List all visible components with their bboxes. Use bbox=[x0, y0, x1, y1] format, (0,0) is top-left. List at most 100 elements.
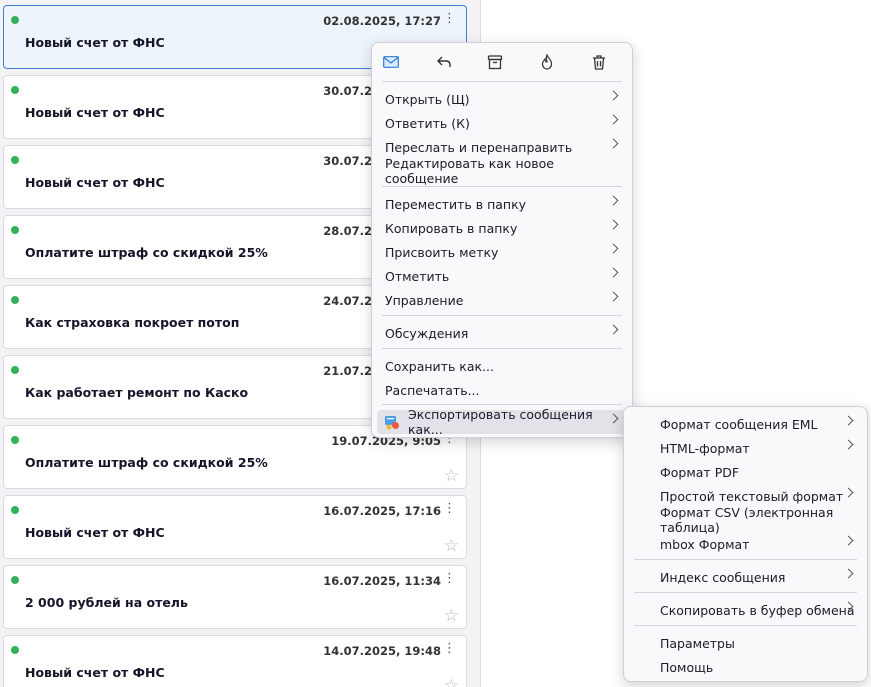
chevron-right-icon bbox=[608, 219, 619, 230]
unread-dot-icon bbox=[11, 506, 19, 514]
star-icon[interactable]: ☆ bbox=[444, 677, 459, 687]
chevron-right-icon bbox=[608, 195, 619, 206]
menu-item-label: Переместить в папку bbox=[385, 196, 527, 212]
menu-item-label: Сохранить как... bbox=[385, 358, 494, 374]
message-subject: Как страховка покроет потоп bbox=[25, 315, 240, 330]
menu-item-label: HTML-формат bbox=[660, 440, 750, 456]
menu-item-reply[interactable]: Ответить (К) bbox=[377, 111, 627, 135]
menu-item-label: Формат PDF bbox=[660, 464, 740, 480]
unread-dot-icon bbox=[11, 646, 19, 654]
menu-separator bbox=[634, 559, 857, 560]
chevron-right-icon bbox=[843, 487, 854, 498]
menu-item-export-pdf[interactable]: Формат PDF bbox=[629, 460, 862, 484]
menu-item-label: Ответить (К) bbox=[385, 115, 470, 131]
message-subject: 2 000 рублей на отель bbox=[25, 595, 188, 610]
menu-item-export[interactable]: Экспортировать сообщения как... bbox=[377, 407, 627, 437]
export-submenu: Формат сообщения EML HTML-формат Формат … bbox=[623, 406, 868, 682]
message-subject: Как работает ремонт по Каско bbox=[25, 385, 249, 400]
menu-item-export-csv[interactable]: Формат CSV (электронная таблица) bbox=[629, 505, 862, 535]
menu-item-help[interactable]: Помощь bbox=[629, 655, 862, 679]
more-options-icon[interactable]: ⋮ bbox=[443, 642, 456, 656]
menu-separator bbox=[382, 404, 622, 405]
chevron-right-icon bbox=[608, 324, 619, 335]
menu-item-export-eml[interactable]: Формат сообщения EML bbox=[629, 412, 862, 436]
menu-item-mark[interactable]: Отметить bbox=[377, 264, 627, 288]
menu-item-label: Открыть (Щ) bbox=[385, 91, 470, 107]
message-subject: Оплатите штраф со скидкой 25% bbox=[25, 455, 268, 470]
menu-item-copy[interactable]: Копировать в папку bbox=[377, 216, 627, 240]
unread-dot-icon bbox=[11, 436, 19, 444]
mark-read-icon[interactable] bbox=[378, 49, 404, 75]
menu-item-label: Простой текстовый формат bbox=[660, 488, 844, 504]
unread-dot-icon bbox=[11, 86, 19, 94]
unread-dot-icon bbox=[11, 156, 19, 164]
menu-item-tag[interactable]: Присвоить метку bbox=[377, 240, 627, 264]
menu-separator bbox=[382, 348, 622, 349]
chevron-right-icon bbox=[843, 439, 854, 450]
message-date: 02.08.2025, 17:27 bbox=[323, 14, 441, 28]
menu-item-label: Распечатать... bbox=[385, 382, 480, 398]
menu-item-open[interactable]: Открыть (Щ) bbox=[377, 87, 627, 111]
menu-separator bbox=[382, 315, 622, 316]
chevron-right-icon bbox=[843, 415, 854, 426]
message-card[interactable]: 16.07.2025, 11:34 ⋮ 2 000 рублей на отел… bbox=[3, 565, 467, 629]
message-card[interactable]: 16.07.2025, 17:16 ⋮ Новый счет от ФНС ☆ bbox=[3, 495, 467, 559]
menu-item-save-as[interactable]: Сохранить как... bbox=[377, 354, 627, 378]
context-toolbar bbox=[372, 49, 632, 77]
menu-separator bbox=[634, 625, 857, 626]
menu-item-label: Экспортировать сообщения как... bbox=[408, 407, 593, 437]
menu-item-label: Параметры bbox=[660, 635, 735, 651]
reply-icon[interactable] bbox=[431, 49, 457, 75]
star-icon[interactable]: ☆ bbox=[444, 607, 459, 625]
message-card[interactable]: 14.07.2025, 19:48 ⋮ Новый счет от ФНС ☆ bbox=[3, 635, 467, 687]
context-menu: Открыть (Щ) Ответить (К) Переслать и пер… bbox=[371, 42, 633, 438]
menu-item-copy-clipboard[interactable]: Скопировать в буфер обмена bbox=[629, 598, 862, 622]
menu-item-edit-as-new[interactable]: Редактировать как новое сообщение bbox=[377, 156, 627, 186]
menu-item-move[interactable]: Переместить в папку bbox=[377, 192, 627, 216]
menu-item-label: Формат CSV (электронная таблица) bbox=[660, 505, 834, 535]
menu-separator bbox=[382, 81, 622, 82]
menu-item-label: Формат сообщения EML bbox=[660, 416, 818, 432]
message-subject: Оплатите штраф со скидкой 25% bbox=[25, 245, 268, 260]
menu-item-manage[interactable]: Управление bbox=[377, 288, 627, 312]
chevron-right-icon bbox=[843, 535, 854, 546]
chevron-right-icon bbox=[843, 568, 854, 579]
star-icon[interactable]: ☆ bbox=[444, 537, 459, 555]
export-icon bbox=[385, 416, 399, 430]
menu-item-label: Редактировать как новое сообщение bbox=[385, 156, 554, 186]
menu-item-message-index[interactable]: Индекс сообщения bbox=[629, 565, 862, 589]
unread-dot-icon bbox=[11, 296, 19, 304]
unread-dot-icon bbox=[11, 366, 19, 374]
menu-item-label: Управление bbox=[385, 292, 464, 308]
more-options-icon[interactable]: ⋮ bbox=[443, 12, 456, 26]
chevron-right-icon bbox=[608, 138, 619, 149]
menu-item-label: Копировать в папку bbox=[385, 220, 518, 236]
archive-icon[interactable] bbox=[482, 49, 508, 75]
menu-item-export-mbox[interactable]: mbox Формат bbox=[629, 532, 862, 556]
menu-separator bbox=[634, 592, 857, 593]
message-subject: Новый счет от ФНС bbox=[25, 175, 165, 190]
chevron-right-icon bbox=[608, 291, 619, 302]
chevron-right-icon bbox=[608, 90, 619, 101]
menu-item-label: Индекс сообщения bbox=[660, 569, 786, 585]
junk-icon[interactable] bbox=[534, 49, 560, 75]
chevron-right-icon bbox=[608, 114, 619, 125]
menu-item-export-html[interactable]: HTML-формат bbox=[629, 436, 862, 460]
message-date: 16.07.2025, 17:16 bbox=[323, 504, 441, 518]
message-subject: Новый счет от ФНС bbox=[25, 665, 165, 680]
menu-item-label: Помощь bbox=[660, 659, 714, 675]
more-options-icon[interactable]: ⋮ bbox=[443, 572, 456, 586]
menu-item-label: Переслать и перенаправить bbox=[385, 139, 573, 155]
message-subject: Новый счет от ФНС bbox=[25, 35, 165, 50]
menu-item-label: Отметить bbox=[385, 268, 450, 284]
message-date: 16.07.2025, 11:34 bbox=[323, 574, 441, 588]
menu-item-label: Скопировать в буфер обмена bbox=[660, 602, 855, 618]
trash-icon[interactable] bbox=[586, 49, 612, 75]
menu-item-print[interactable]: Распечатать... bbox=[377, 378, 627, 402]
menu-item-options[interactable]: Параметры bbox=[629, 631, 862, 655]
star-icon[interactable]: ☆ bbox=[444, 467, 459, 485]
menu-item-discussions[interactable]: Обсуждения bbox=[377, 321, 627, 345]
message-date: 14.07.2025, 19:48 bbox=[323, 644, 441, 658]
chevron-right-icon bbox=[608, 243, 619, 254]
more-options-icon[interactable]: ⋮ bbox=[443, 502, 456, 516]
